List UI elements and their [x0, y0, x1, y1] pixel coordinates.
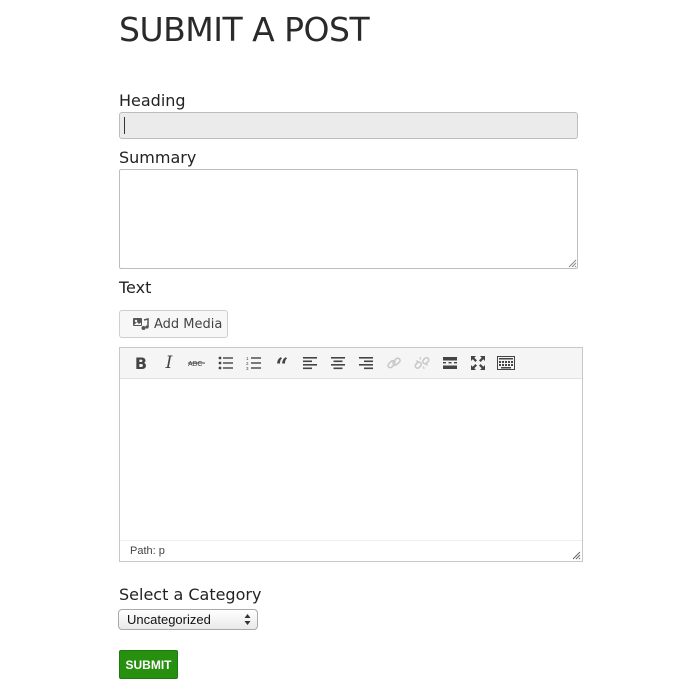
bold-icon[interactable]: B — [130, 352, 152, 374]
remove-link-icon[interactable] — [411, 352, 433, 374]
category-select[interactable]: Uncategorized — [118, 609, 258, 630]
summary-label: Summary — [119, 148, 197, 167]
heading-label: Heading — [119, 91, 186, 110]
svg-text:3: 3 — [246, 366, 249, 370]
align-right-icon[interactable] — [355, 352, 377, 374]
editor-content-area[interactable] — [120, 379, 582, 541]
svg-text:ABC: ABC — [188, 361, 202, 368]
fullscreen-icon[interactable] — [467, 352, 489, 374]
align-left-icon[interactable] — [299, 352, 321, 374]
editor-toolbar: B I ABC 123 “ — [120, 348, 582, 379]
toolbar-toggle-icon[interactable] — [495, 352, 517, 374]
heading-input[interactable] — [119, 112, 578, 139]
text-editor[interactable]: B I ABC 123 “ Path: p — [119, 347, 583, 562]
read-more-icon[interactable] — [439, 352, 461, 374]
insert-link-icon[interactable] — [383, 352, 405, 374]
editor-path: Path: p — [130, 545, 165, 557]
page-title: SUBMIT A POST — [119, 10, 370, 49]
align-center-icon[interactable] — [327, 352, 349, 374]
numbered-list-icon[interactable]: 123 — [243, 352, 265, 374]
submit-button[interactable]: SUBMIT — [119, 650, 178, 679]
add-media-icon — [133, 318, 149, 330]
resize-handle-icon[interactable] — [567, 258, 577, 268]
strikethrough-icon[interactable]: ABC — [186, 352, 208, 374]
submit-label: SUBMIT — [125, 657, 172, 672]
editor-resize-handle-icon[interactable] — [571, 550, 581, 560]
add-media-label: Add Media — [154, 316, 223, 332]
editor-status-bar: Path: p — [120, 540, 582, 561]
add-media-button[interactable]: Add Media — [119, 310, 228, 338]
bulleted-list-icon[interactable] — [215, 352, 237, 374]
category-selected-value: Uncategorized — [127, 612, 211, 627]
blockquote-icon[interactable]: “ — [271, 352, 293, 378]
summary-textarea[interactable] — [119, 169, 578, 269]
text-label: Text — [119, 278, 152, 297]
italic-icon[interactable]: I — [158, 352, 180, 374]
select-arrows-icon — [244, 614, 251, 625]
category-label: Select a Category — [119, 585, 262, 604]
text-cursor — [124, 117, 125, 134]
